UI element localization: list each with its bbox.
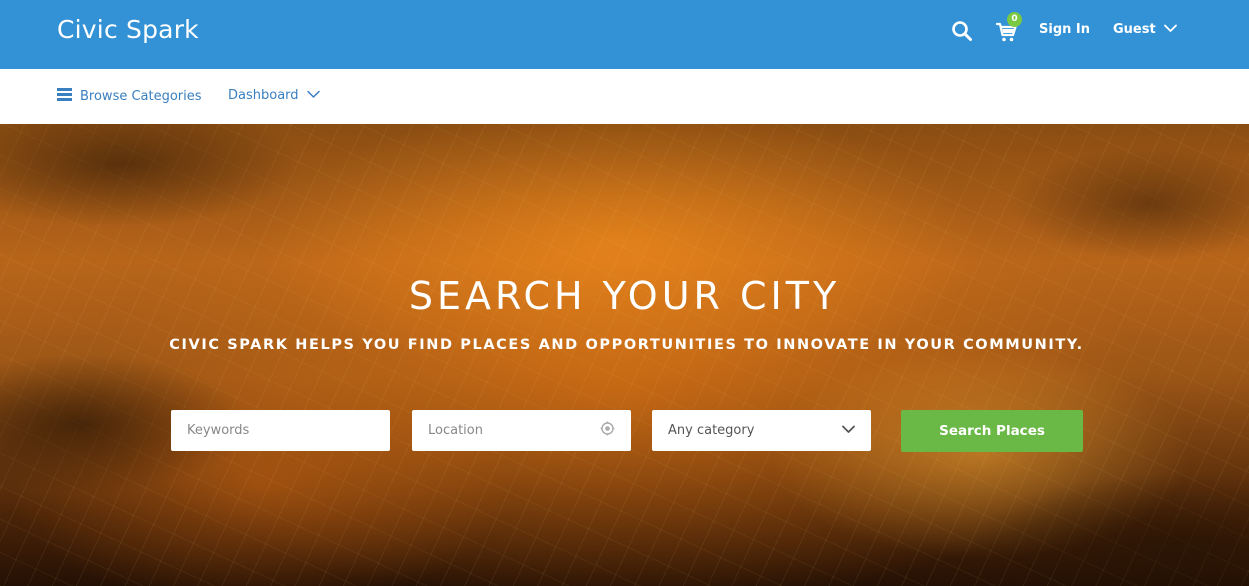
chevron-down-icon — [1163, 22, 1177, 37]
dashboard-dropdown[interactable]: Dashboard — [228, 88, 320, 103]
brand-logo[interactable]: Civic Spark — [57, 15, 199, 44]
hero-subtitle: CIVIC SPARK HELPS YOU FIND PLACES AND OP… — [169, 337, 1084, 353]
cart-count-badge: 0 — [1007, 12, 1022, 27]
location-target-icon[interactable] — [600, 421, 615, 440]
secondary-navbar: Browse Categories Dashboard — [0, 69, 1249, 124]
sign-in-link[interactable]: Sign In — [1039, 22, 1090, 37]
location-input[interactable] — [428, 410, 600, 451]
hero-banner: SEARCH YOUR CITY CIVIC SPARK HELPS YOU F… — [0, 124, 1249, 586]
category-select[interactable]: Any category — [652, 410, 871, 451]
browse-categories-label: Browse Categories — [80, 89, 202, 104]
keywords-input[interactable] — [187, 410, 374, 451]
hero-title: SEARCH YOUR CITY — [408, 274, 841, 318]
search-places-button[interactable]: Search Places — [901, 410, 1083, 452]
top-navbar: Civic Spark 0 Sign In Guest — [0, 0, 1249, 69]
menu-icon — [57, 88, 72, 105]
chevron-down-icon — [842, 423, 855, 438]
chevron-down-icon — [306, 88, 320, 103]
dashboard-label: Dashboard — [228, 88, 299, 103]
category-select-value: Any category — [668, 423, 755, 438]
search-icon[interactable] — [951, 20, 973, 42]
keywords-field[interactable] — [171, 410, 390, 451]
location-field[interactable] — [412, 410, 631, 451]
user-menu-label: Guest — [1113, 22, 1156, 37]
user-menu-dropdown[interactable]: Guest — [1113, 22, 1177, 37]
browse-categories-link[interactable]: Browse Categories — [57, 88, 202, 105]
